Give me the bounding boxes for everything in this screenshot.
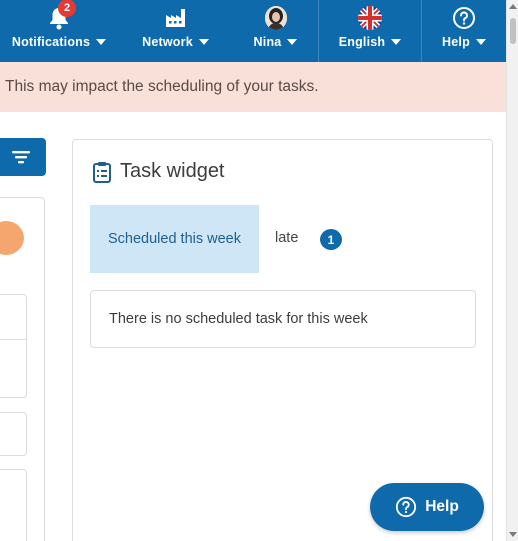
user-name-label: Nina — [253, 35, 282, 49]
top-navbar: 2 Notifications Network Nina English Hel… — [0, 0, 506, 62]
left-card[interactable] — [0, 412, 27, 456]
task-widget: Task widget Scheduled this week late 1 T… — [72, 139, 493, 541]
widget-title: Task widget — [120, 160, 225, 182]
language-menu[interactable]: English — [319, 0, 421, 62]
notifications-icon-wrap: 2 — [48, 0, 76, 31]
question-circle-icon — [396, 496, 417, 518]
tab-scheduled-label: Scheduled this week — [108, 231, 241, 247]
help-menu[interactable]: Help — [422, 0, 506, 62]
left-card[interactable] — [0, 294, 27, 398]
avatar — [264, 6, 287, 30]
network-label: Network — [142, 35, 193, 49]
vertical-scrollbar[interactable] — [506, 0, 518, 541]
empty-state-message: There is no scheduled task for this week — [109, 311, 368, 327]
empty-state-box: There is no scheduled task for this week — [90, 290, 476, 348]
scroll-up-arrow-icon[interactable] — [509, 4, 517, 9]
help-floating-button[interactable]: Help — [370, 483, 484, 531]
network-menu[interactable]: Network — [118, 0, 233, 62]
banner-text: This may impact the scheduling of your t… — [5, 78, 319, 95]
scroll-thumb[interactable] — [510, 18, 516, 44]
notification-count-badge: 2 — [58, 0, 76, 17]
late-count-badge: 1 — [320, 229, 342, 250]
notifications-label: Notifications — [11, 35, 91, 49]
chevron-down-icon — [475, 39, 486, 45]
uk-flag-icon — [358, 6, 382, 30]
tab-late-label: late — [275, 230, 299, 246]
chevron-down-icon — [198, 39, 209, 45]
question-circle-icon — [453, 7, 475, 29]
factory-icon — [165, 9, 185, 27]
chevron-down-icon — [391, 39, 402, 45]
left-card[interactable] — [0, 469, 27, 541]
widget-header: Task widget — [92, 160, 225, 183]
chevron-down-icon — [96, 39, 107, 45]
help-fab-label: Help — [425, 498, 459, 515]
clipboard-icon — [93, 161, 111, 183]
filter-button[interactable] — [0, 138, 46, 176]
warning-banner: This may impact the scheduling of your t… — [0, 62, 506, 112]
notifications-menu[interactable]: 2 Notifications — [0, 0, 118, 62]
divider — [0, 339, 26, 340]
tab-scheduled-this-week[interactable]: Scheduled this week — [90, 205, 259, 273]
chevron-down-icon — [287, 39, 298, 45]
tab-late[interactable]: late — [275, 230, 298, 246]
user-menu[interactable]: Nina — [233, 0, 318, 62]
filter-icon — [12, 151, 30, 164]
scroll-down-arrow-icon[interactable] — [509, 532, 517, 537]
help-label: Help — [442, 35, 470, 49]
language-label: English — [338, 35, 386, 49]
